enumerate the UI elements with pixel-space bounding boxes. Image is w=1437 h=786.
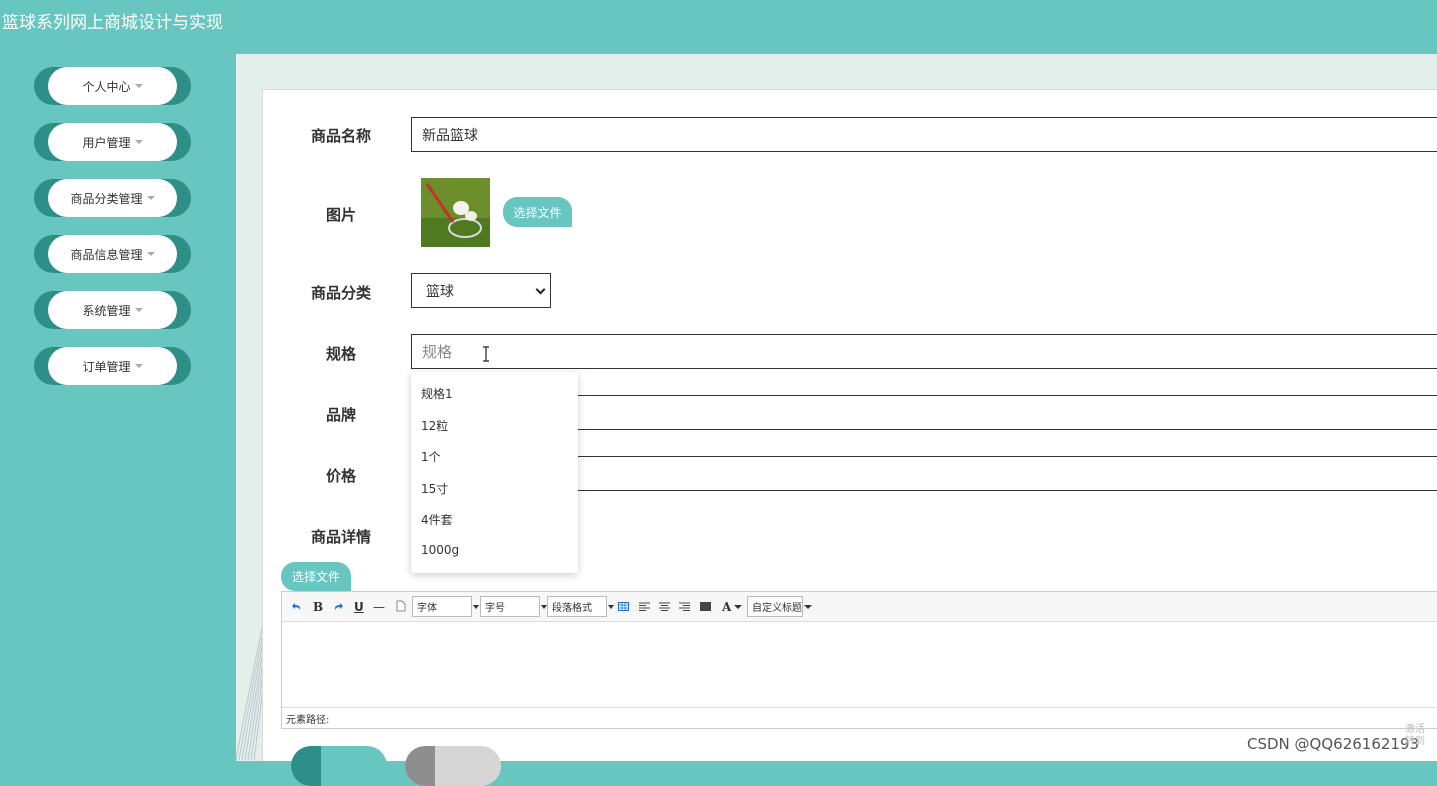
- brand-label: 品牌: [325, 406, 356, 424]
- align-justify-icon[interactable]: [700, 602, 711, 611]
- editor-choose-file-label: 选择文件: [291, 570, 340, 584]
- name-label: 商品名称: [310, 127, 371, 145]
- spec-placeholder: 规格: [422, 343, 453, 361]
- spec-suggestions-dropdown: 规格1 12粒 1个 15寸 4件套 1000g: [411, 372, 578, 573]
- sidebar: 个人中心 用户管理 商品分类管理 商品信息管理 系统管理 订单管理: [0, 54, 236, 761]
- font-color-button[interactable]: A: [722, 600, 731, 614]
- font-family-select[interactable]: 字体: [412, 596, 479, 617]
- product-thumbnail: [421, 178, 490, 247]
- nav-pill: 系统管理: [48, 291, 177, 329]
- sidebar-item-user-management[interactable]: 用户管理: [34, 123, 191, 161]
- align-center-icon[interactable]: [659, 602, 670, 611]
- paragraph-format-label: 段落格式: [552, 603, 592, 614]
- sidebar-item-label: 用户管理: [82, 135, 131, 150]
- custom-title-label: 自定义标题: [752, 603, 802, 614]
- product-form-card: 商品名称 新品篮球 图片 选择文件 商品分类 篮球 规格 规格 品牌 价格 商品…: [262, 89, 1437, 786]
- font-family-label: 字体: [417, 603, 437, 614]
- chevron-down-icon: [535, 284, 546, 295]
- spec-label: 规格: [325, 345, 356, 363]
- nav-pill: 商品信息管理: [48, 235, 177, 273]
- align-left-icon[interactable]: [639, 602, 650, 611]
- caret-down-icon: [804, 605, 812, 609]
- category-selected-value: 篮球: [426, 283, 454, 300]
- caret-down-icon: [134, 364, 143, 368]
- caret-down-icon: [146, 252, 155, 256]
- nav-pill: 个人中心: [48, 67, 177, 105]
- caret-down-icon: [134, 140, 143, 144]
- text-cursor-icon: [483, 346, 489, 362]
- sidebar-item-label: 商品分类管理: [70, 191, 143, 206]
- product-name-input[interactable]: 新品篮球: [411, 117, 1437, 152]
- underline-button[interactable]: U: [354, 600, 364, 614]
- suggestion-item[interactable]: 1个: [421, 448, 441, 465]
- sidebar-item-category-management[interactable]: 商品分类管理: [34, 179, 191, 217]
- caret-down-icon: [146, 196, 155, 200]
- suggestion-item[interactable]: 4件套: [421, 511, 453, 528]
- button-shadow: [405, 746, 435, 786]
- category-select[interactable]: 篮球: [411, 273, 551, 308]
- nav-pill: 用户管理: [48, 123, 177, 161]
- sidebar-item-order-management[interactable]: 订单管理: [34, 347, 191, 385]
- sidebar-item-product-management[interactable]: 商品信息管理: [34, 235, 191, 273]
- sidebar-item-system-management[interactable]: 系统管理: [34, 291, 191, 329]
- align-right-icon[interactable]: [679, 602, 690, 611]
- top-header: 篮球系列网上商城设计与实现: [0, 0, 1437, 54]
- editor-choose-file-button[interactable]: 选择文件: [281, 562, 351, 591]
- caret-down-icon: [734, 605, 742, 609]
- price-label: 价格: [325, 467, 356, 485]
- editor-toolbar: B U — 字体 字号 段落格式 A 自定义标题: [282, 592, 1437, 622]
- page-icon[interactable]: [396, 600, 406, 612]
- category-label: 商品分类: [310, 284, 371, 302]
- suggestion-item[interactable]: 1000g: [421, 543, 459, 557]
- submit-button[interactable]: [291, 746, 387, 786]
- font-size-label: 字号: [485, 603, 505, 614]
- undo-icon[interactable]: [291, 602, 302, 611]
- bold-button[interactable]: B: [313, 600, 323, 614]
- choose-file-button[interactable]: 选择文件: [503, 197, 572, 227]
- detail-label: 商品详情: [310, 528, 371, 546]
- sidebar-item-label: 个人中心: [82, 79, 131, 94]
- suggestion-item[interactable]: 12粒: [421, 417, 448, 434]
- nav-pill: 商品分类管理: [48, 179, 177, 217]
- caret-down-icon: [134, 84, 143, 88]
- product-name-value: 新品篮球: [422, 127, 478, 144]
- element-path-bar: 元素路径:: [282, 707, 1437, 728]
- caret-down-icon: [134, 308, 143, 312]
- nav-pill: 订单管理: [48, 347, 177, 385]
- suggestion-item[interactable]: 规格1: [421, 385, 453, 402]
- image-label: 图片: [325, 206, 356, 224]
- spec-input[interactable]: 规格: [411, 334, 1437, 369]
- rich-text-editor[interactable]: B U — 字体 字号 段落格式 A 自定义标题 元素路径:: [281, 591, 1437, 729]
- horizontal-rule-button[interactable]: —: [373, 600, 385, 614]
- suggestion-item[interactable]: 15寸: [421, 480, 448, 497]
- sidebar-item-label: 订单管理: [82, 359, 131, 374]
- dropdown-arrow-icon: [608, 605, 614, 609]
- redo-icon[interactable]: [333, 602, 344, 611]
- dropdown-arrow-icon: [473, 605, 479, 609]
- paragraph-format-select[interactable]: 段落格式: [547, 596, 614, 617]
- activate-windows-text: 激活 转到: [1405, 724, 1425, 747]
- app-title: 篮球系列网上商城设计与实现: [2, 13, 223, 32]
- csdn-watermark: CSDN @QQ626162193: [1247, 735, 1420, 753]
- font-size-select[interactable]: 字号: [480, 596, 547, 617]
- sidebar-item-label: 系统管理: [82, 303, 131, 318]
- custom-title-select[interactable]: 自定义标题: [747, 596, 803, 617]
- button-shadow: [291, 746, 321, 786]
- badminton-image-icon: [421, 178, 490, 247]
- element-path-label: 元素路径:: [286, 714, 330, 726]
- choose-file-label: 选择文件: [513, 205, 562, 220]
- sidebar-item-label: 商品信息管理: [70, 247, 143, 262]
- sidebar-item-personal-center[interactable]: 个人中心: [34, 67, 191, 105]
- cancel-button[interactable]: [405, 746, 501, 786]
- table-icon[interactable]: [618, 602, 629, 611]
